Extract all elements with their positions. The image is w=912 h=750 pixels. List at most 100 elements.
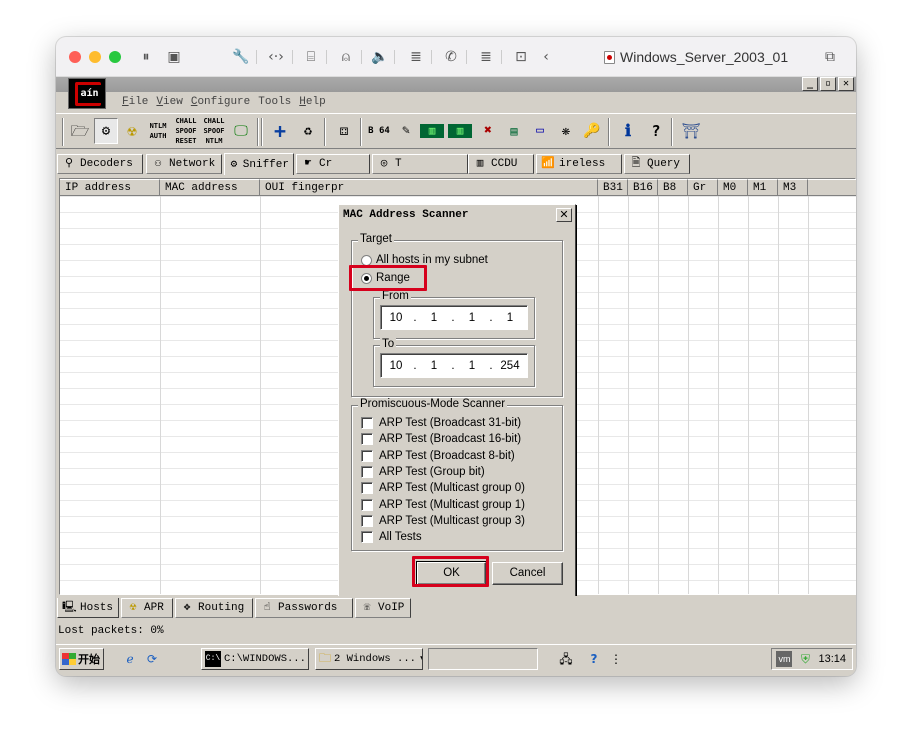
opt-range[interactable]: Range: [361, 272, 410, 284]
disk-icon[interactable]: ⌸: [301, 47, 321, 67]
all-hosts-radio[interactable]: [361, 254, 372, 266]
test-broadcast-8[interactable]: ARP Test (Broadcast 8-bit): [361, 448, 515, 464]
server-icon[interactable]: ≣: [476, 47, 496, 67]
start-button[interactable]: 开始: [59, 648, 104, 670]
checkbox[interactable]: [361, 450, 373, 462]
dialog-close-button[interactable]: ✕: [556, 208, 572, 222]
sniffer-toggle-icon[interactable]: ⚙: [94, 118, 118, 144]
chevron-left-icon[interactable]: ‹: [536, 47, 556, 67]
col-ip-address[interactable]: IP address: [60, 179, 160, 196]
access-icon[interactable]: ✖: [476, 118, 500, 144]
certificate-icon[interactable]: ⚃: [332, 118, 356, 144]
test-group-bit[interactable]: ARP Test (Group bit): [361, 464, 485, 480]
taskbar-cmd[interactable]: C:\ C:\WINDOWS...: [201, 648, 309, 670]
tab-hosts[interactable]: 🖳 Hosts: [57, 598, 119, 618]
col-b8[interactable]: B8: [658, 179, 688, 196]
tab-query[interactable]: 🗎 Query: [624, 154, 690, 174]
from-ip-input[interactable]: 10. 1. 1. 1: [380, 305, 528, 330]
address-bar[interactable]: [428, 648, 538, 670]
info-icon[interactable]: ℹ: [616, 118, 640, 144]
from-ip-octet-1[interactable]: 10: [381, 312, 411, 324]
refresh-icon[interactable]: ⟳: [144, 651, 160, 667]
test-multicast-1[interactable]: ARP Test (Multicast group 1): [361, 497, 525, 513]
tab-routing[interactable]: ✥ Routing: [175, 598, 253, 618]
minimize-button[interactable]: _: [802, 77, 818, 91]
fullscreen-icon[interactable]: ⧉: [820, 47, 840, 67]
hash-calc-icon[interactable]: ✎: [394, 118, 418, 144]
vpn-icon[interactable]: ▥: [448, 124, 472, 138]
col-oui-fingerprint[interactable]: OUI fingerpr: [260, 179, 598, 196]
from-ip-octet-3[interactable]: 1: [457, 312, 487, 324]
checkbox[interactable]: [361, 482, 373, 494]
checkbox[interactable]: [361, 515, 373, 527]
col-m0[interactable]: M0: [718, 179, 748, 196]
checkbox[interactable]: [361, 466, 373, 478]
tab-ccdu[interactable]: ▥ CCDU: [468, 154, 534, 174]
col-m3[interactable]: M3: [778, 179, 808, 196]
recycle-icon[interactable]: ♻: [296, 118, 320, 144]
to-ip-octet-2[interactable]: 1: [419, 360, 449, 372]
options-tray-icon[interactable]: ⋮: [608, 651, 624, 667]
exit-icon[interactable]: ⛩: [679, 118, 703, 144]
taskbar-windows-group[interactable]: 🗀2 Windows ...▾: [315, 648, 423, 670]
monitor-icon[interactable]: 🖵: [229, 118, 253, 144]
ok-button[interactable]: OK: [416, 561, 487, 586]
phone-icon[interactable]: ✆: [441, 47, 461, 67]
test-multicast-0[interactable]: ARP Test (Multicast group 0): [361, 480, 525, 496]
close-button[interactable]: ✕: [838, 77, 854, 91]
menu-tools[interactable]: Tools: [254, 96, 295, 108]
from-ip-octet-2[interactable]: 1: [419, 312, 449, 324]
wrench-icon[interactable]: 🔧: [231, 47, 251, 67]
test-all[interactable]: All Tests: [361, 529, 422, 545]
speaker-icon[interactable]: 🔈: [370, 47, 390, 67]
to-ip-octet-4[interactable]: 254: [495, 360, 525, 372]
menu-help[interactable]: Help: [295, 96, 329, 108]
network-icon[interactable]: ▭: [528, 118, 552, 144]
dialog-title[interactable]: MAC Address Scanner: [341, 207, 573, 224]
to-ip-octet-1[interactable]: 10: [381, 360, 411, 372]
open-folder-icon[interactable]: 🗁: [68, 118, 92, 144]
settings-icon[interactable]: ❋: [554, 118, 578, 144]
test-broadcast-31[interactable]: ARP Test (Broadcast 31-bit): [361, 415, 521, 431]
chall-spoof-ntlm-button[interactable]: CHALL SPOOF NTLM: [201, 117, 227, 145]
checkbox[interactable]: [361, 531, 373, 543]
checkbox[interactable]: [361, 417, 373, 429]
code-icon[interactable]: ‹·›: [266, 47, 286, 67]
col-b31[interactable]: B31: [598, 179, 628, 196]
tab-cracker[interactable]: ☛ Cr: [296, 154, 370, 174]
help-icon[interactable]: ?: [644, 118, 668, 144]
opt-all-hosts[interactable]: All hosts in my subnet: [361, 254, 488, 266]
user-icon[interactable]: ⍝: [336, 47, 356, 67]
minimize-traffic-light[interactable]: [89, 51, 101, 63]
tab-voip[interactable]: ☏ VoIP: [355, 598, 411, 618]
menu-view[interactable]: View: [152, 96, 186, 108]
test-broadcast-16[interactable]: ARP Test (Broadcast 16-bit): [361, 431, 521, 447]
close-traffic-light[interactable]: [69, 51, 81, 63]
col-mac-address[interactable]: MAC address: [160, 179, 260, 196]
ntlm-auth-button[interactable]: NTLM AUTH: [146, 118, 170, 144]
tab-traceroute[interactable]: ◎ T: [372, 154, 468, 174]
vmware-icon[interactable]: vm: [776, 651, 793, 667]
cancel-button[interactable]: Cancel: [492, 562, 563, 585]
chall-spoof-reset-button[interactable]: CHALL SPOOF RESET: [173, 117, 199, 145]
snapshot-icon[interactable]: ▣: [164, 47, 184, 67]
network-tray-icon[interactable]: 🖧: [558, 651, 574, 667]
checkbox[interactable]: [361, 433, 373, 445]
tab-network[interactable]: ⚇ Network: [146, 154, 222, 174]
checkbox[interactable]: [361, 499, 373, 511]
restore-button[interactable]: ▫: [820, 77, 836, 91]
test-multicast-3[interactable]: ARP Test (Multicast group 3): [361, 513, 525, 529]
ie-icon[interactable]: ℯ: [122, 651, 138, 667]
terminal-icon[interactable]: ▤: [502, 118, 526, 144]
base64-button[interactable]: B 64: [367, 118, 391, 144]
storage-icon[interactable]: ≣: [406, 47, 426, 67]
to-ip-input[interactable]: 10. 1. 1. 254: [380, 353, 528, 378]
tab-apr[interactable]: ☢ APR: [121, 598, 173, 618]
tab-decoders[interactable]: ⚲ Decoders: [57, 154, 143, 174]
lsa-secrets-icon[interactable]: ▥: [420, 124, 444, 138]
folder-share-icon[interactable]: ⊡: [511, 47, 531, 67]
to-ip-octet-3[interactable]: 1: [457, 360, 487, 372]
menu-file[interactable]: File: [118, 96, 152, 108]
col-b16[interactable]: B16: [628, 179, 658, 196]
tab-passwords[interactable]: ☝ Passwords: [255, 598, 353, 618]
